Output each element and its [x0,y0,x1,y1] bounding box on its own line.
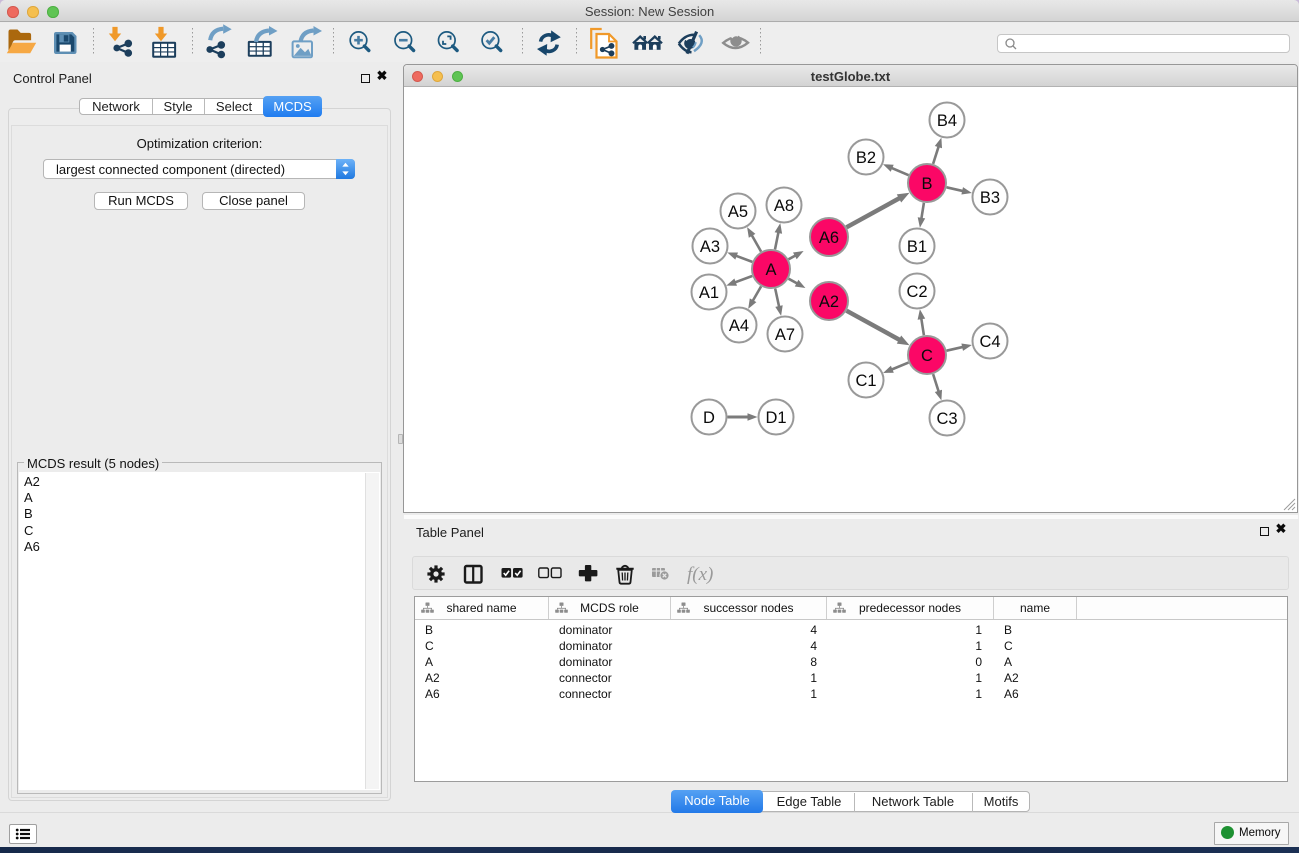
svg-text:A4: A4 [729,317,749,335]
svg-text:A6: A6 [819,229,839,247]
svg-text:B2: B2 [856,149,876,167]
svg-text:A1: A1 [699,284,719,302]
svg-text:A5: A5 [728,203,748,221]
svg-text:C2: C2 [906,283,927,301]
svg-text:C3: C3 [936,410,957,428]
svg-text:A3: A3 [700,238,720,256]
svg-text:A8: A8 [774,197,794,215]
svg-text:D1: D1 [765,409,786,427]
svg-text:A7: A7 [775,326,795,344]
svg-text:D: D [703,409,715,427]
svg-text:C4: C4 [979,333,1000,351]
svg-text:B: B [921,175,932,193]
svg-text:B4: B4 [937,112,957,130]
svg-text:A: A [765,261,776,279]
svg-text:B1: B1 [907,238,927,256]
svg-text:C1: C1 [855,372,876,390]
svg-text:f(x): f(x) [687,564,713,585]
svg-text:C: C [921,347,933,365]
svg-text:B3: B3 [980,189,1000,207]
svg-text:A2: A2 [819,293,839,311]
